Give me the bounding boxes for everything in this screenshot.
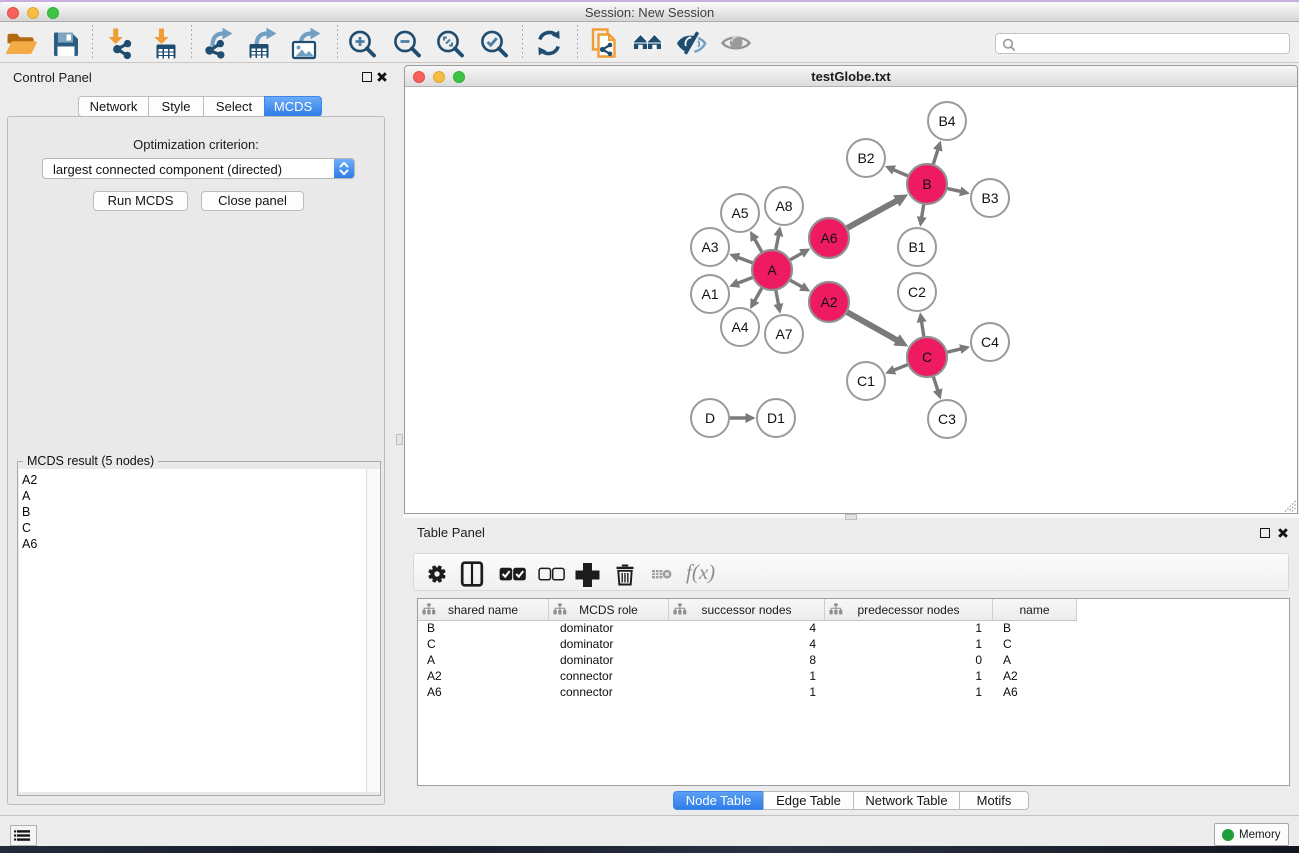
svg-text:B2: B2 — [857, 150, 874, 166]
svg-text:B1: B1 — [908, 239, 925, 255]
svg-text:A8: A8 — [775, 198, 792, 214]
svg-text:A2: A2 — [820, 294, 837, 310]
svg-text:A: A — [767, 262, 777, 278]
svg-text:C4: C4 — [981, 334, 999, 350]
svg-text:A3: A3 — [701, 239, 718, 255]
svg-text:D: D — [705, 410, 715, 426]
svg-text:B: B — [922, 176, 931, 192]
svg-text:A4: A4 — [731, 319, 748, 335]
svg-text:A5: A5 — [731, 205, 748, 221]
svg-text:C3: C3 — [938, 411, 956, 427]
svg-text:C2: C2 — [908, 284, 926, 300]
svg-text:B3: B3 — [981, 190, 998, 206]
svg-text:C: C — [922, 349, 932, 365]
svg-text:A7: A7 — [775, 326, 792, 342]
svg-text:D1: D1 — [767, 410, 785, 426]
svg-text:B4: B4 — [938, 113, 955, 129]
svg-text:A6: A6 — [820, 230, 837, 246]
svg-text:A1: A1 — [701, 286, 718, 302]
svg-text:C1: C1 — [857, 373, 875, 389]
